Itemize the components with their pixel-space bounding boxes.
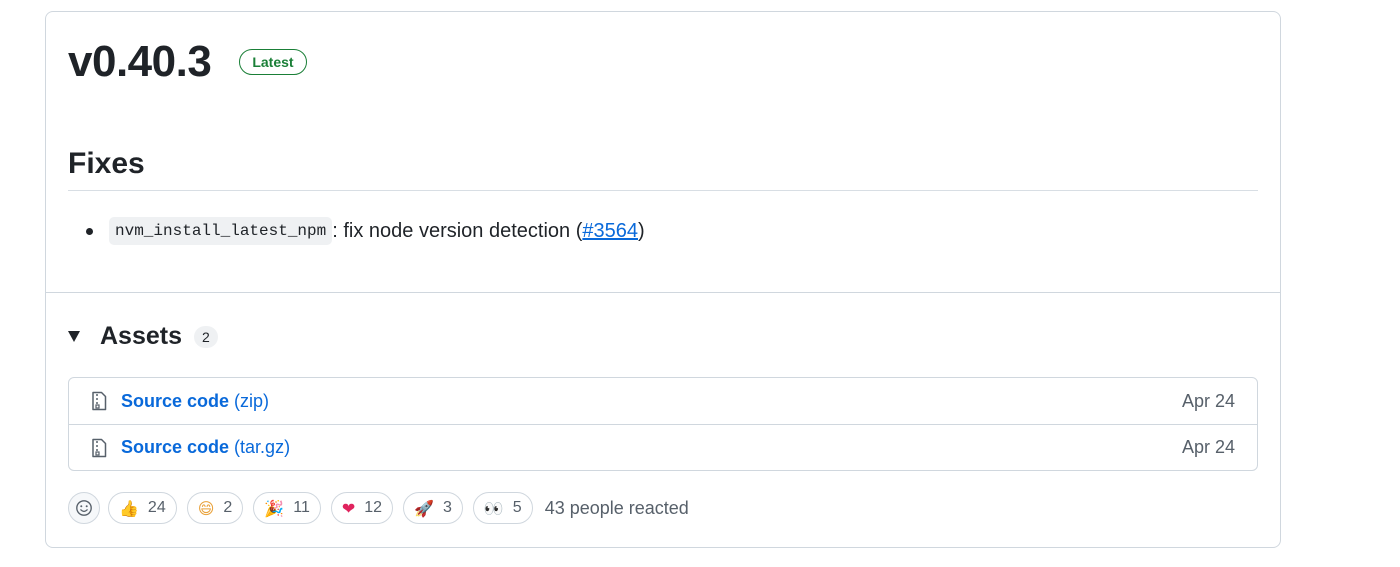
- assets-toggle[interactable]: Assets 2: [68, 322, 218, 351]
- hooray-icon: 🎉: [264, 498, 285, 518]
- asset-row[interactable]: Source code (zip) Apr 24: [69, 378, 1257, 424]
- asset-date: Apr 24: [1181, 390, 1235, 411]
- reaction-heart[interactable]: ❤ 12: [330, 492, 394, 524]
- thumbs-up-icon: 👍: [119, 498, 139, 518]
- release-header: v0.40.3 Latest: [68, 40, 307, 84]
- asset-link-zip[interactable]: Source code: [121, 391, 229, 412]
- fix-description-tail: ): [638, 219, 645, 242]
- reaction-count: 5: [512, 499, 522, 516]
- reaction-thumbs-up[interactable]: 👍 24: [108, 492, 177, 524]
- asset-ext-targz[interactable]: (tar.gz): [234, 437, 290, 458]
- reaction-count: 24: [147, 499, 166, 516]
- reactions-bar: 👍 24 😄 2 🎉 11 ❤ 12 🚀 3 👀 5 43 people rea…: [68, 492, 689, 524]
- rocket-icon: 🚀: [414, 498, 434, 518]
- reaction-hooray[interactable]: 🎉 11: [253, 492, 321, 524]
- reaction-count: 12: [364, 499, 383, 516]
- reaction-rocket[interactable]: 🚀 3: [403, 492, 463, 524]
- caret-down-icon: [68, 331, 80, 342]
- assets-heading: Assets: [100, 322, 182, 350]
- asset-ext-zip[interactable]: (zip): [234, 391, 269, 412]
- release-title[interactable]: v0.40.3: [68, 40, 212, 84]
- reaction-eyes[interactable]: 👀 5: [472, 492, 533, 524]
- heart-icon: ❤: [341, 498, 356, 518]
- eyes-icon: 👀: [483, 498, 504, 518]
- smiley-icon: [76, 500, 92, 516]
- reaction-count: 2: [223, 499, 233, 516]
- reaction-laugh[interactable]: 😄 2: [186, 492, 244, 524]
- section-divider: [46, 292, 1280, 293]
- fix-description: : fix node version detection (: [332, 219, 583, 242]
- assets-count-badge: 2: [194, 325, 218, 348]
- file-zip-icon: [92, 438, 107, 457]
- reaction-count: 11: [293, 499, 310, 516]
- add-reaction-button[interactable]: [68, 492, 100, 524]
- fixes-section: Fixes: [68, 147, 1258, 191]
- asset-link-targz[interactable]: Source code: [121, 437, 229, 458]
- asset-row[interactable]: Source code (tar.gz) Apr 24: [69, 424, 1257, 470]
- laugh-icon: 😄: [197, 498, 215, 518]
- inline-code: nvm_install_latest_npm: [109, 217, 333, 245]
- reactions-summary[interactable]: 43 people reacted: [545, 498, 689, 519]
- assets-list: Source code (zip) Apr 24 Source code (ta…: [68, 377, 1258, 471]
- latest-badge: Latest: [239, 49, 307, 75]
- file-zip-icon: [92, 391, 107, 411]
- release-card: v0.40.3 Latest Fixes nvm_install_latest_…: [45, 11, 1281, 548]
- reaction-count: 3: [442, 499, 452, 516]
- bullet-icon: [86, 227, 93, 235]
- fixes-heading: Fixes: [68, 147, 145, 180]
- issue-link[interactable]: #3564: [582, 220, 638, 243]
- asset-date: Apr 24: [1181, 437, 1235, 457]
- list-item: nvm_install_latest_npm : fix node versio…: [86, 217, 645, 245]
